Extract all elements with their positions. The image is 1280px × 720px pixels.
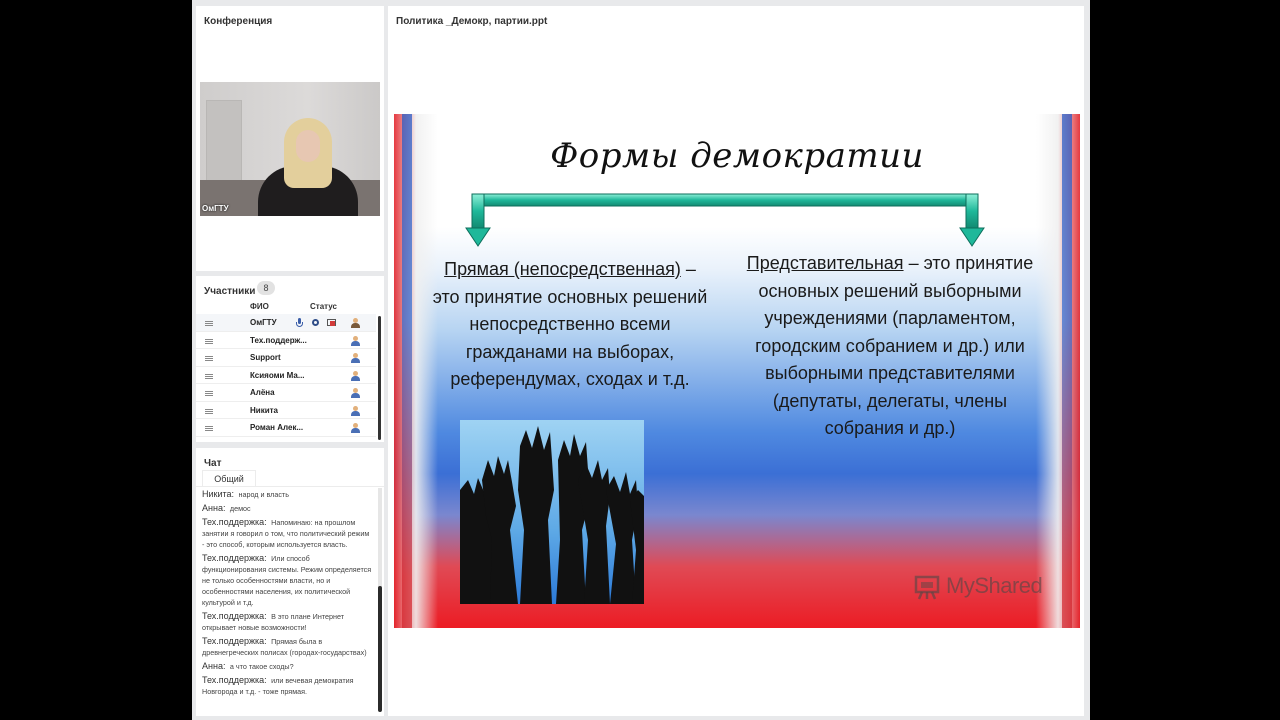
drag-handle-icon[interactable] <box>205 391 213 396</box>
chat-message: Тех.поддержка: Напоминаю: на прошлом зан… <box>202 516 372 550</box>
branch-arrows-icon <box>465 193 985 247</box>
screen-share-icon[interactable] <box>327 318 336 328</box>
participant-icon <box>351 353 360 363</box>
participant-row[interactable]: Роман Алек... <box>196 419 376 437</box>
chat-message: Тех.поддержка: Прямая была в древнегрече… <box>202 635 372 658</box>
participant-name: ОмГТУ <box>250 318 277 327</box>
participant-name: Никита <box>250 405 278 415</box>
participant-icon <box>351 370 360 381</box>
participant-row[interactable]: Алёна <box>196 384 376 402</box>
participants-scrollbar[interactable] <box>378 316 381 440</box>
chat-message-author: Тех.поддержка: <box>202 611 267 621</box>
participant-row[interactable]: Ксияоми Ма... <box>196 367 376 384</box>
myshared-watermark: MyShared <box>946 573 1043 598</box>
chat-title: Чат <box>204 458 222 469</box>
participant-row[interactable]: ОмГТУ <box>196 314 376 332</box>
column-header-status[interactable]: Статус <box>310 302 337 311</box>
presentation-slide[interactable]: Формы демократии Прямая (непосредственна… <box>394 114 1080 628</box>
video-door <box>206 100 242 186</box>
participant-row[interactable]: Никита <box>196 402 376 419</box>
slide-right-edge <box>1036 114 1080 628</box>
chat-message: Тех.поддержка: Или способ функционирован… <box>202 552 372 608</box>
chat-message-author: Анна: <box>202 503 226 513</box>
chat-tab-general[interactable]: Общий <box>202 470 256 487</box>
drag-handle-icon[interactable] <box>205 356 213 361</box>
conference-panel: Конференция ОмГТУ <box>196 6 384 271</box>
representative-democracy-term: Представительная <box>746 253 904 273</box>
participant-row[interactable]: Тех.поддерж... <box>196 332 376 349</box>
participants-count-badge: 8 <box>257 281 275 295</box>
participants-panel: Участники 8 ФИО Статус ОмГТУ Тех.поддерж.… <box>196 276 384 442</box>
drag-handle-icon[interactable] <box>205 408 213 414</box>
chat-message-author: Тех.поддержка: <box>202 517 267 527</box>
participant-name: Тех.поддерж... <box>250 335 307 345</box>
representative-democracy-definition: – это принятие основных решений выборным… <box>755 253 1034 438</box>
slide-right-stripe <box>1062 114 1072 628</box>
participants-title: Участники <box>204 286 256 297</box>
chat-message: Анна: а что такое сходы? <box>202 660 372 672</box>
video-person-face <box>296 130 320 162</box>
drag-handle-icon[interactable] <box>205 426 213 431</box>
direct-democracy-term: Прямая (непосредственная) <box>444 259 681 279</box>
app-window: Конференция ОмГТУ Участники 8 ФИО Статус… <box>192 0 1090 720</box>
chat-message-author: Тех.поддержка: <box>202 636 267 646</box>
participant-icon <box>351 335 360 346</box>
chat-tab-divider <box>196 486 384 487</box>
column-header-name[interactable]: ФИО <box>250 302 269 311</box>
video-label: ОмГТУ <box>202 204 229 213</box>
participant-name: Ксияоми Ма... <box>250 370 305 380</box>
chat-message-text: а что такое сходы? <box>229 662 294 671</box>
slide-left-stripe <box>402 114 412 628</box>
microphone-icon[interactable] <box>295 318 304 328</box>
slide-left-column: Прямая (непосредственная) – это принятие… <box>430 256 710 394</box>
participant-icon <box>351 405 360 416</box>
presenter-icon <box>351 318 360 328</box>
slide-right-column: Представительная – это принятие основных… <box>740 250 1040 443</box>
chat-message-text: демос <box>229 504 251 513</box>
chat-message-author: Анна: <box>202 661 226 671</box>
participant-row[interactable]: Support <box>196 349 376 367</box>
participant-icon <box>351 423 360 433</box>
drag-handle-icon[interactable] <box>205 373 213 379</box>
drag-handle-icon[interactable] <box>205 338 213 344</box>
participants-list: ОмГТУ Тех.поддерж... Support Ксияоми Ма... А… <box>196 314 376 437</box>
conference-title: Конференция <box>204 16 273 27</box>
presentation-title: Политика _Демокр, партии.ppt <box>396 16 548 27</box>
chat-panel: Чат Общий Никита: народ и власть Анна: де… <box>196 448 384 716</box>
camera-icon[interactable] <box>311 318 320 328</box>
slide-title: Формы демократии <box>550 136 924 176</box>
chat-scrollbar-thumb[interactable] <box>378 586 382 712</box>
chat-message-author: Тех.поддержка: <box>202 553 267 563</box>
chat-message: Тех.поддержка: В это плане Интернет откр… <box>202 610 372 633</box>
participant-icon <box>351 388 360 398</box>
chat-message-text: народ и власть <box>238 490 289 499</box>
participant-name: Алёна <box>250 388 275 397</box>
drag-handle-icon[interactable] <box>205 321 213 326</box>
participant-name: Роман Алек... <box>250 423 304 432</box>
chat-message-author: Тех.поддержка: <box>202 675 267 685</box>
chat-message: Тех.поддержка: или вечевая демократия Но… <box>202 674 372 697</box>
raised-hands-image <box>460 420 644 604</box>
chat-message: Анна: демос <box>202 502 372 514</box>
video-feed[interactable]: ОмГТУ <box>200 82 380 216</box>
myshared-logo-icon <box>914 575 940 600</box>
presentation-panel: Политика _Демокр, партии.ppt Формы демок… <box>388 6 1084 716</box>
participant-name: Support <box>250 353 281 362</box>
chat-message-list: Никита: народ и власть Анна: демос Тех.под… <box>202 488 372 714</box>
